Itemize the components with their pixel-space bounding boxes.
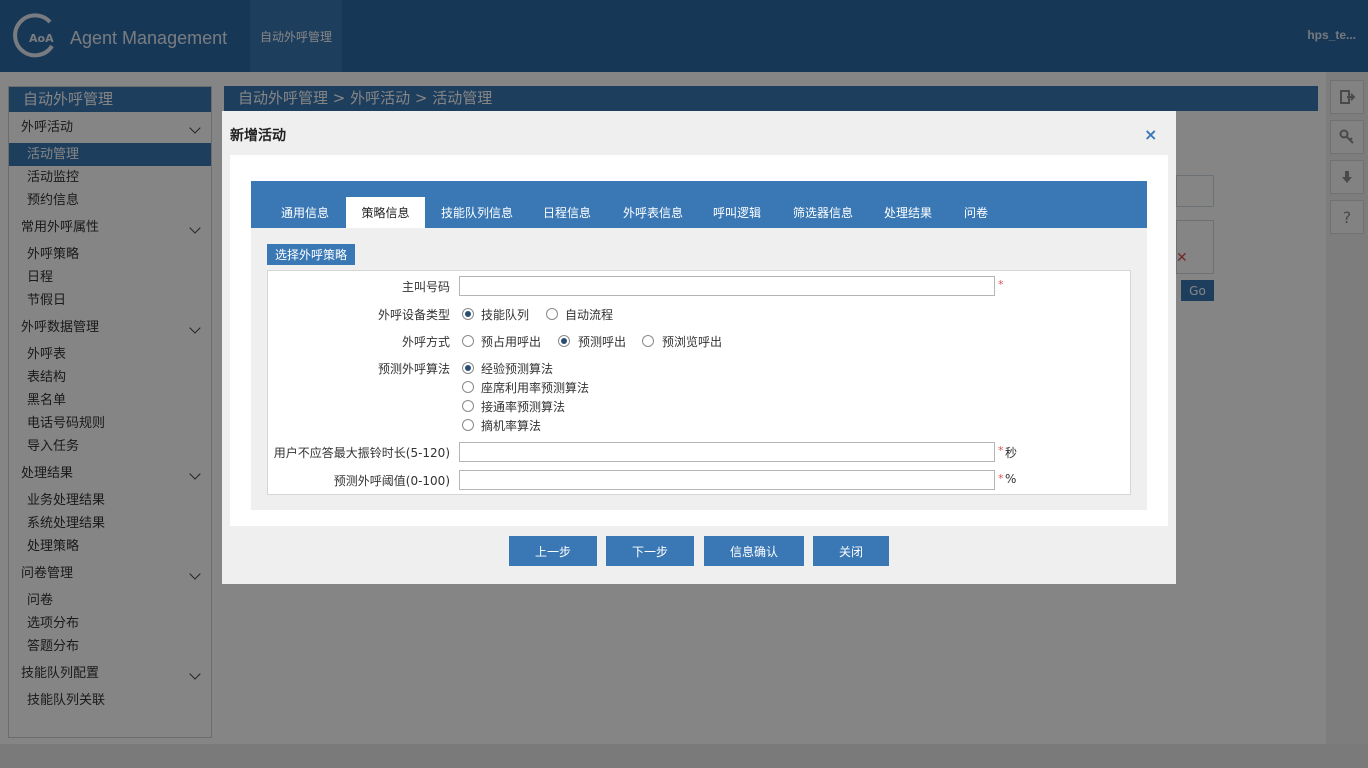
algo-seat-utilization-label: 座席利用率预测算法 bbox=[481, 381, 590, 395]
tab-general[interactable]: 通用信息 bbox=[267, 197, 343, 228]
prev-step-button[interactable]: 上一步 bbox=[509, 536, 597, 566]
threshold-label: 预测外呼阈值(0-100) bbox=[333, 474, 450, 488]
algorithm-label: 预测外呼算法 bbox=[377, 362, 450, 376]
device-auto-flow-radio[interactable] bbox=[546, 308, 558, 320]
next-step-button[interactable]: 下一步 bbox=[606, 536, 694, 566]
caller-number-label: 主叫号码 bbox=[401, 280, 450, 294]
strategy-panel: 选择外呼策略 主叫号码 * 外呼设备类型 技能队列 自动流程 外呼方式 预占用呼… bbox=[251, 228, 1147, 510]
mode-preview-label: 预浏览呼出 bbox=[662, 335, 723, 349]
ring-duration-unit: 秒 bbox=[1005, 446, 1018, 460]
device-skill-queue-label: 技能队列 bbox=[481, 308, 530, 322]
algo-offhook-label: 摘机率算法 bbox=[481, 419, 542, 433]
tab-filter[interactable]: 筛选器信息 bbox=[781, 197, 865, 228]
mode-preview-radio[interactable] bbox=[642, 335, 654, 347]
tab-questionnaire[interactable]: 问卷 bbox=[951, 197, 1001, 228]
close-icon[interactable]: × bbox=[1144, 125, 1157, 144]
device-type-label: 外呼设备类型 bbox=[377, 308, 450, 322]
confirm-info-button[interactable]: 信息确认 bbox=[704, 536, 804, 566]
algo-experience-label: 经验预测算法 bbox=[481, 362, 554, 376]
tab-results[interactable]: 处理结果 bbox=[875, 197, 941, 228]
outbound-mode-label: 外呼方式 bbox=[401, 335, 450, 349]
select-strategy-button[interactable]: 选择外呼策略 bbox=[267, 244, 355, 265]
mode-predictive-label: 预测呼出 bbox=[578, 335, 627, 349]
algo-connect-rate-radio[interactable] bbox=[462, 400, 474, 412]
new-activity-dialog: 新增活动 × 通用信息 策略信息 技能队列信息 日程信息 外呼表信息 呼叫逻辑 … bbox=[222, 111, 1176, 584]
tab-bar: 通用信息 策略信息 技能队列信息 日程信息 外呼表信息 呼叫逻辑 筛选器信息 处… bbox=[251, 181, 1147, 228]
tab-schedule[interactable]: 日程信息 bbox=[531, 197, 603, 228]
strategy-form: 主叫号码 * 外呼设备类型 技能队列 自动流程 外呼方式 预占用呼出 预测呼出 … bbox=[267, 270, 1131, 495]
close-dialog-button[interactable]: 关闭 bbox=[813, 536, 889, 566]
required-mark: * bbox=[998, 278, 1004, 291]
threshold-input[interactable] bbox=[459, 470, 995, 490]
mode-preoccupy-radio[interactable] bbox=[462, 335, 474, 347]
tab-strategy[interactable]: 策略信息 bbox=[346, 197, 425, 228]
required-mark: * bbox=[998, 444, 1004, 457]
algo-seat-utilization-radio[interactable] bbox=[462, 381, 474, 393]
ring-duration-input[interactable] bbox=[459, 442, 995, 462]
tab-outbound-table[interactable]: 外呼表信息 bbox=[613, 197, 693, 228]
algo-offhook-radio[interactable] bbox=[462, 419, 474, 431]
ring-duration-label: 用户不应答最大振铃时长(5-120) bbox=[273, 446, 450, 460]
mode-predictive-radio[interactable] bbox=[558, 335, 570, 347]
algo-experience-radio[interactable] bbox=[462, 362, 474, 374]
dialog-title: 新增活动 bbox=[230, 128, 286, 144]
algo-connect-rate-label: 接通率预测算法 bbox=[481, 400, 566, 414]
mode-preoccupy-label: 预占用呼出 bbox=[481, 335, 542, 349]
tab-skill-queue[interactable]: 技能队列信息 bbox=[431, 197, 523, 228]
caller-number-input[interactable] bbox=[459, 276, 995, 296]
required-mark: * bbox=[998, 472, 1004, 485]
tab-call-logic[interactable]: 呼叫逻辑 bbox=[703, 197, 771, 228]
device-skill-queue-radio[interactable] bbox=[462, 308, 474, 320]
dialog-body: 通用信息 策略信息 技能队列信息 日程信息 外呼表信息 呼叫逻辑 筛选器信息 处… bbox=[230, 155, 1168, 526]
device-auto-flow-label: 自动流程 bbox=[565, 308, 614, 322]
threshold-unit: % bbox=[1005, 472, 1017, 486]
